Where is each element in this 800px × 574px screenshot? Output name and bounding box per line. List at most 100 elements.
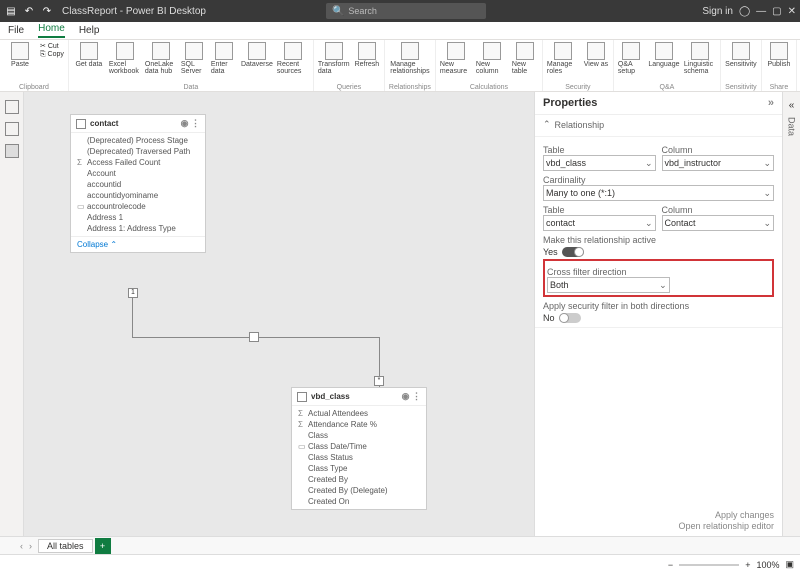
tab-all-tables[interactable]: All tables	[38, 539, 93, 553]
field[interactable]: accountidyominame	[71, 190, 205, 201]
scroll-left-icon[interactable]: ‹	[20, 541, 23, 551]
language-button[interactable]: Language	[648, 42, 680, 68]
table-card-contact[interactable]: contact◉ ⋮ (Deprecated) Process Stage (D…	[70, 114, 206, 253]
field[interactable]: Created By (Delegate)	[292, 485, 426, 496]
paste-button[interactable]: Paste	[4, 42, 36, 68]
redo-icon[interactable]: ↷	[40, 6, 54, 17]
field[interactable]: Address 1	[71, 212, 205, 223]
menu-bar: File Home Help	[0, 22, 800, 40]
active-toggle[interactable]: Yes	[543, 247, 774, 257]
new-table-button[interactable]: New table	[512, 42, 538, 75]
search-box[interactable]: 🔍 Search	[326, 3, 486, 19]
cardinality-many: *	[374, 376, 384, 386]
relationship-line[interactable]	[132, 292, 133, 337]
publish-button[interactable]: Publish	[766, 42, 792, 68]
open-editor-link[interactable]: Open relationship editor	[543, 521, 774, 531]
apply-changes-link[interactable]: Apply changes	[543, 510, 774, 520]
new-measure-button[interactable]: New measure	[440, 42, 472, 75]
security-toggle[interactable]: No	[543, 313, 774, 323]
field[interactable]: Account	[71, 168, 205, 179]
get-data-button[interactable]: Get data	[73, 42, 105, 68]
refresh-button[interactable]: Refresh	[354, 42, 380, 68]
properties-pane: Properties» ⌃Relationship Tablevbd_class…	[534, 92, 782, 536]
table-icon	[297, 392, 307, 402]
undo-icon[interactable]: ↶	[22, 6, 36, 17]
add-tab-button[interactable]: +	[95, 538, 111, 554]
field[interactable]: Class Type	[292, 463, 426, 474]
crossfilter-select[interactable]: Both	[547, 277, 670, 293]
zoom-slider[interactable]	[679, 564, 739, 566]
data-view-icon[interactable]	[5, 122, 19, 136]
field[interactable]: Address 1: Address Type	[71, 223, 205, 234]
field[interactable]: (Deprecated) Traversed Path	[71, 146, 205, 157]
window-title: ClassReport - Power BI Desktop	[62, 6, 206, 17]
onelake-button[interactable]: OneLake data hub	[145, 42, 177, 75]
cut-button[interactable]: ✂ Cut	[40, 42, 64, 50]
collapse-link[interactable]: Collapse ⌃	[71, 236, 205, 252]
manage-roles-button[interactable]: Manage roles	[547, 42, 579, 75]
field[interactable]: accountid	[71, 179, 205, 190]
maximize-button[interactable]: ▢	[772, 6, 781, 17]
data-pane-label[interactable]: Data	[787, 117, 797, 136]
sign-in[interactable]: Sign in	[702, 6, 733, 17]
report-view-icon[interactable]	[5, 100, 19, 114]
table2-select[interactable]: contact	[543, 215, 656, 231]
field[interactable]: Access Failed Count	[71, 157, 205, 168]
cardinality-one: 1	[128, 288, 138, 298]
menu-file[interactable]: File	[8, 25, 24, 36]
search-icon: 🔍	[332, 6, 344, 17]
model-view-icon[interactable]	[5, 144, 19, 158]
sys-icons: ▤ ↶ ↷	[4, 6, 54, 17]
enter-data-button[interactable]: Enter data	[211, 42, 237, 75]
minimize-button[interactable]: —	[756, 6, 766, 17]
copy-button[interactable]: ⎘ Copy	[40, 51, 64, 59]
section-header[interactable]: ⌃Relationship	[543, 119, 774, 130]
ribbon: Paste ✂ Cut ⎘ Copy Clipboard Get data Ex…	[0, 40, 800, 92]
visibility-icon[interactable]: ◉ ⋮	[181, 118, 200, 129]
recent-sources-button[interactable]: Recent sources	[277, 42, 309, 75]
field[interactable]: Class Status	[292, 452, 426, 463]
excel-button[interactable]: Excel workbook	[109, 42, 141, 75]
fit-icon[interactable]: ▣	[785, 559, 794, 570]
scroll-right-icon[interactable]: ›	[29, 541, 32, 551]
menu-help[interactable]: Help	[79, 25, 100, 36]
close-button[interactable]: ✕	[788, 6, 796, 17]
field[interactable]: Attendance Rate %	[292, 419, 426, 430]
field[interactable]: Created By	[292, 474, 426, 485]
manage-rel-button[interactable]: Manage relationships	[394, 42, 426, 75]
column2-select[interactable]: Contact	[662, 215, 775, 231]
dataverse-button[interactable]: Dataverse	[241, 42, 273, 68]
save-icon[interactable]: ▤	[4, 6, 18, 17]
status-bar: − + 100% ▣	[0, 554, 800, 574]
sql-button[interactable]: SQL Server	[181, 42, 207, 75]
visibility-icon[interactable]: ◉ ⋮	[402, 391, 421, 402]
zoom-in[interactable]: +	[745, 560, 750, 570]
qa-setup-button[interactable]: Q&A setup	[618, 42, 644, 75]
field[interactable]: Class Date/Time	[292, 441, 426, 452]
expand-icon[interactable]: «	[789, 100, 795, 111]
zoom-out[interactable]: −	[668, 560, 673, 570]
model-canvas[interactable]: contact◉ ⋮ (Deprecated) Process Stage (D…	[24, 92, 534, 536]
filter-direction-icon	[249, 332, 259, 342]
user-icon[interactable]: ◯	[739, 6, 750, 17]
title-bar: ▤ ↶ ↷ ClassReport - Power BI Desktop 🔍 S…	[0, 0, 800, 22]
field[interactable]: accountrolecode	[71, 201, 205, 212]
right-rail: « Data	[782, 92, 800, 536]
new-column-button[interactable]: New column	[476, 42, 508, 75]
table1-select[interactable]: vbd_class	[543, 155, 656, 171]
tab-bar: ‹ › All tables +	[0, 536, 800, 554]
field[interactable]: Created On	[292, 496, 426, 507]
schema-button[interactable]: Linguistic schema	[684, 42, 716, 75]
column1-select[interactable]: vbd_instructor	[662, 155, 775, 171]
view-as-button[interactable]: View as	[583, 42, 609, 68]
highlighted-region: Cross filter direction Both	[543, 259, 774, 297]
field[interactable]: Class	[292, 430, 426, 441]
table-card-vbdclass[interactable]: vbd_class◉ ⋮ Actual Attendees Attendance…	[291, 387, 427, 510]
menu-home[interactable]: Home	[38, 23, 65, 38]
transform-button[interactable]: Transform data	[318, 42, 350, 75]
sensitivity-button[interactable]: Sensitivity	[725, 42, 757, 68]
field[interactable]: (Deprecated) Process Stage	[71, 135, 205, 146]
field[interactable]: Actual Attendees	[292, 408, 426, 419]
collapse-icon[interactable]: »	[768, 97, 774, 109]
cardinality-select[interactable]: Many to one (*:1)	[543, 185, 774, 201]
